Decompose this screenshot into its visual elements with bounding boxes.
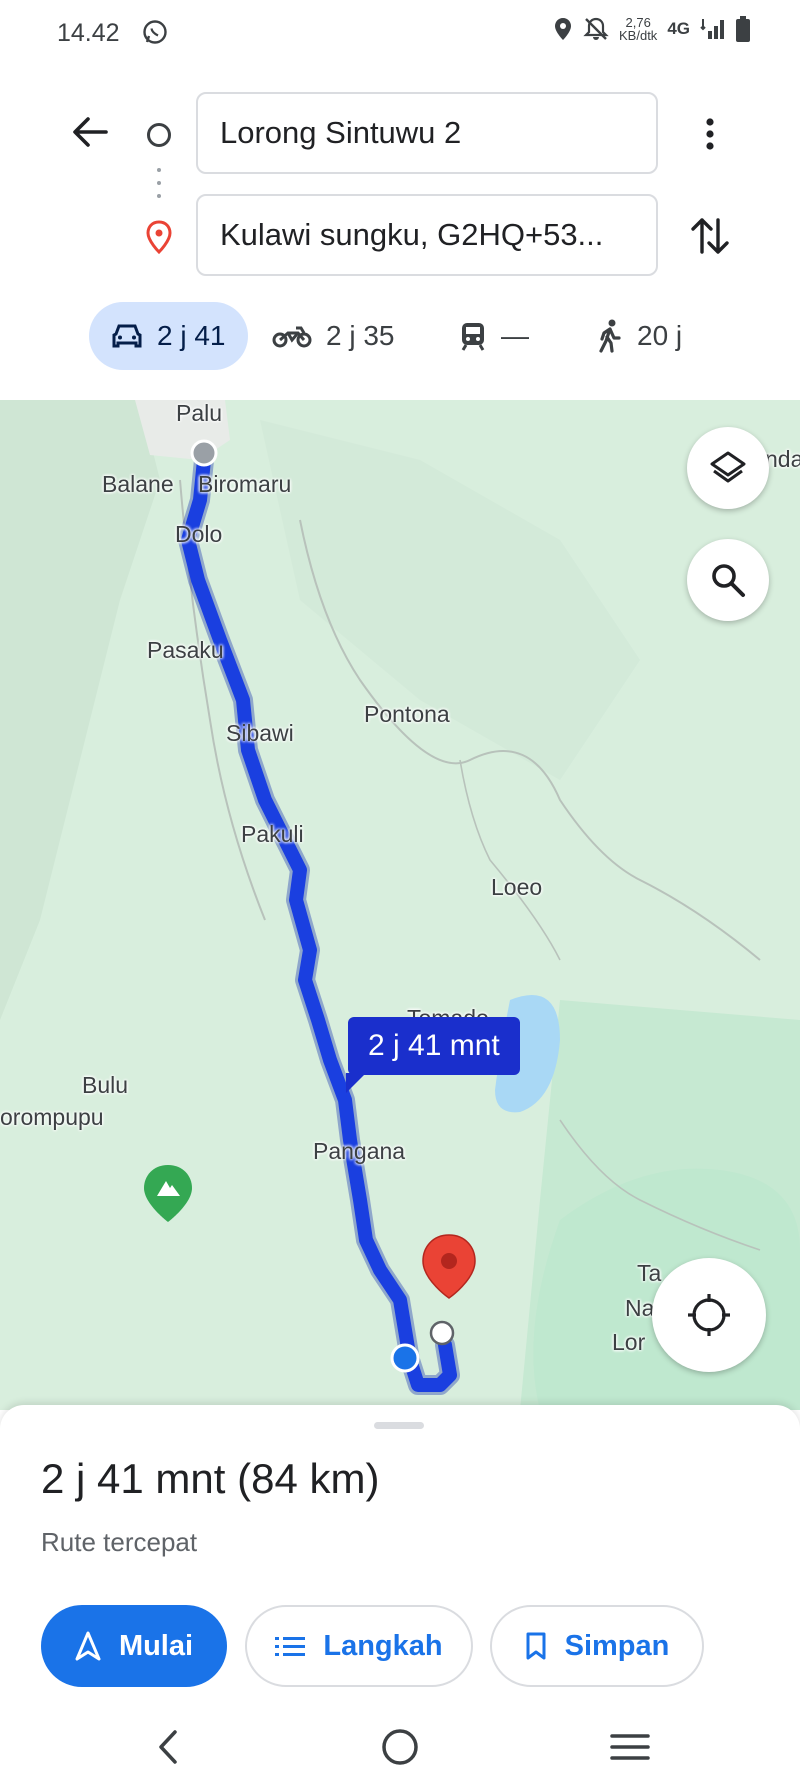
destination-input[interactable]: Kulawi sungku, G2HQ+53... bbox=[196, 194, 658, 276]
travel-mode-tabs: 2 j 41 2 j 35 — 20 j bbox=[0, 302, 800, 370]
my-location-icon bbox=[688, 1294, 730, 1336]
search-icon bbox=[712, 564, 745, 597]
route-summary-title: 2 j 41 mnt (84 km) bbox=[41, 1455, 380, 1502]
route-time-callout[interactable]: 2 j 41 mnt bbox=[346, 1017, 520, 1093]
place-label: Ta bbox=[637, 1260, 662, 1286]
tab-motorcycle[interactable]: 2 j 35 bbox=[272, 302, 395, 370]
place-label: Pakuli bbox=[241, 821, 304, 847]
status-bar: 14.42 2,76 KB/dtk 4G bbox=[0, 0, 800, 70]
map-search-button[interactable] bbox=[687, 539, 769, 621]
tab-motorcycle-label: 2 j 35 bbox=[326, 320, 395, 351]
mute-icon bbox=[583, 17, 609, 40]
swap-vert-icon[interactable] bbox=[688, 212, 732, 260]
save-button[interactable]: Simpan bbox=[490, 1605, 704, 1687]
start-button[interactable]: Mulai bbox=[41, 1605, 227, 1687]
steps-button-label: Langkah bbox=[323, 1629, 443, 1662]
steps-button[interactable]: Langkah bbox=[245, 1605, 473, 1687]
start-button-label: Mulai bbox=[118, 1629, 194, 1662]
net-speed: 2,76 KB/dtk bbox=[619, 16, 657, 42]
tab-driving[interactable]: 2 j 41 bbox=[89, 302, 248, 370]
status-icons: 2,76 KB/dtk 4G bbox=[553, 16, 750, 42]
tab-driving-label: 2 j 41 bbox=[157, 320, 226, 351]
place-label: Palu bbox=[176, 400, 223, 426]
place-label: Bulu bbox=[82, 1072, 129, 1098]
place-label: Sibawi bbox=[226, 720, 294, 746]
nav-back-icon[interactable] bbox=[145, 1722, 195, 1772]
transit-icon bbox=[461, 323, 485, 351]
layers-button[interactable] bbox=[687, 427, 769, 509]
place-label: Dolo bbox=[175, 521, 223, 547]
map-canvas bbox=[0, 400, 800, 1410]
tab-walking[interactable]: 20 j bbox=[597, 302, 682, 370]
bookmark-icon bbox=[526, 1632, 546, 1660]
directions-header: Lorong Sintuwu 2 Kulawi sungku, G2HQ+53.… bbox=[0, 70, 800, 400]
place-label: Loeo bbox=[491, 874, 543, 900]
system-nav-bar bbox=[0, 1700, 800, 1791]
signal-icon bbox=[700, 19, 724, 39]
nav-home-icon[interactable] bbox=[375, 1722, 425, 1772]
place-label: Balane bbox=[102, 471, 174, 497]
battery-icon bbox=[736, 16, 750, 42]
place-label: Lor bbox=[612, 1329, 646, 1355]
save-button-label: Simpan bbox=[564, 1629, 670, 1662]
nav-menu-icon[interactable] bbox=[605, 1722, 655, 1772]
car-icon bbox=[112, 324, 142, 348]
place-label: orompupu bbox=[0, 1104, 104, 1130]
tab-walking-label: 20 j bbox=[637, 320, 683, 351]
status-time: 14.42 bbox=[57, 19, 120, 47]
walk-icon bbox=[599, 319, 621, 353]
network-type: 4G bbox=[667, 19, 690, 38]
place-label: Pontona bbox=[364, 701, 450, 727]
back-arrow-icon[interactable] bbox=[68, 110, 112, 154]
place-label: Pangana bbox=[313, 1138, 406, 1164]
tab-transit-label: — bbox=[501, 320, 529, 351]
place-label: Biromaru bbox=[198, 471, 292, 497]
map-view[interactable]: Palu Balane Biromaru Dolo Pasaku Sibawi … bbox=[0, 400, 800, 1410]
place-label: nda bbox=[765, 446, 800, 472]
net-speed-unit: KB/dtk bbox=[619, 28, 658, 43]
my-location-button[interactable] bbox=[652, 1258, 766, 1372]
layers-icon bbox=[710, 451, 746, 483]
origin-circle-icon bbox=[147, 123, 171, 147]
origin-input[interactable]: Lorong Sintuwu 2 bbox=[196, 92, 658, 174]
route-dots-icon bbox=[157, 168, 161, 208]
list-icon bbox=[275, 1637, 306, 1656]
tab-transit[interactable]: — bbox=[459, 302, 529, 370]
drag-handle[interactable] bbox=[374, 1422, 424, 1429]
motorcycle-icon bbox=[272, 326, 312, 348]
navigation-arrow-icon bbox=[75, 1631, 101, 1661]
place-label: Pasaku bbox=[147, 637, 224, 663]
more-vert-icon[interactable] bbox=[692, 114, 728, 154]
location-icon bbox=[555, 18, 572, 40]
place-label: Na bbox=[625, 1295, 655, 1321]
destination-pin-icon bbox=[146, 220, 172, 254]
route-summary-subtitle: Rute tercepat bbox=[41, 1527, 198, 1557]
whatsapp-icon bbox=[143, 20, 167, 44]
